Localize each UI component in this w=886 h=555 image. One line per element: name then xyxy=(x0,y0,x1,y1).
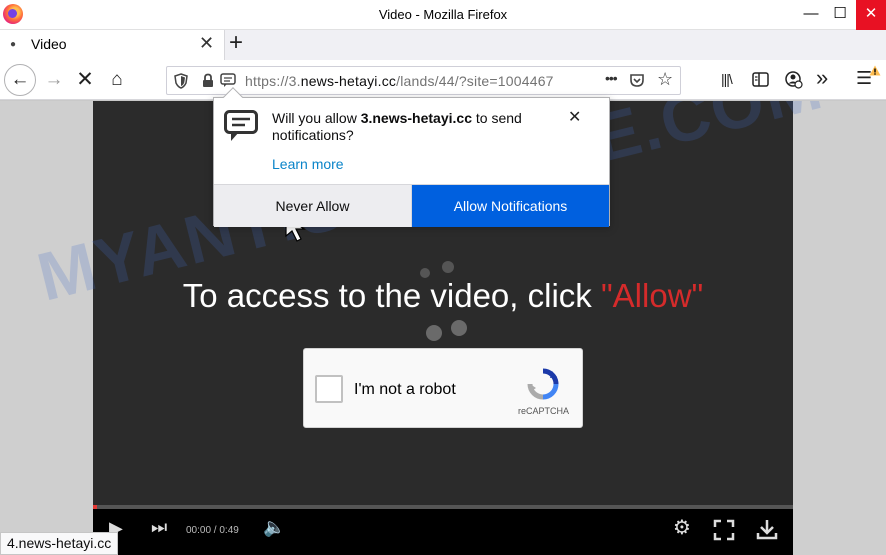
notification-message: Will you allow 3.news-hetayi.cc to send … xyxy=(272,110,572,144)
spinner-dot xyxy=(442,261,454,273)
navigation-bar: ← → ✕ ⌂ https://3.news-hetayi.cc/lands/4… xyxy=(0,60,886,100)
allow-notifications-button[interactable]: Allow Notifications xyxy=(412,185,609,227)
captcha-checkbox[interactable] xyxy=(315,375,343,403)
url-suffix: /lands/44/?site=1004467 xyxy=(396,73,554,89)
url-prefix: https://3. xyxy=(245,73,301,89)
message-before: Will you allow xyxy=(272,110,361,126)
overflow-menu-icon[interactable]: » xyxy=(816,65,828,91)
url-bar[interactable]: https://3.news-hetayi.cc/lands/44/?site=… xyxy=(166,66,681,95)
next-icon[interactable]: ⏭ xyxy=(151,517,167,538)
page-actions-icon[interactable]: ••• xyxy=(601,70,618,86)
popup-close-icon[interactable]: ✕ xyxy=(568,107,581,127)
spinner-dot xyxy=(426,325,442,341)
tab-strip: ● Video ✕ + xyxy=(0,29,886,60)
home-button[interactable]: ⌂ xyxy=(101,64,133,96)
tab-loading-icon: ● xyxy=(10,39,17,50)
video-time: 00:00 / 0:49 xyxy=(186,525,239,536)
spinner-dot xyxy=(451,320,467,336)
new-tab-button[interactable]: + xyxy=(229,29,243,57)
captcha-label: I'm not a robot xyxy=(354,381,456,398)
message-site: 3.news-hetayi.cc xyxy=(360,110,472,126)
recaptcha-widget: I'm not a robot reCAPTCHA xyxy=(303,348,583,428)
learn-more-link[interactable]: Learn more xyxy=(272,156,344,172)
notification-permission-icon[interactable] xyxy=(220,73,236,88)
minimize-button[interactable]: — xyxy=(797,0,825,30)
captcha-brand: reCAPTCHA xyxy=(518,406,570,416)
window-title: Video - Mozilla Firefox xyxy=(378,7,508,22)
pocket-icon[interactable] xyxy=(629,73,645,88)
url-text[interactable]: https://3.news-hetayi.cc/lands/44/?site=… xyxy=(245,73,554,89)
tab-video[interactable]: ● Video ✕ xyxy=(0,30,225,60)
download-icon[interactable] xyxy=(756,518,778,540)
title-bar: Video - Mozilla Firefox — ☐ ✕ xyxy=(0,0,886,30)
close-window-button[interactable]: ✕ xyxy=(856,0,886,30)
cta-text: To access to the video, click xyxy=(182,277,601,314)
fullscreen-icon[interactable] xyxy=(713,519,735,541)
video-controls: ▶ ⏭ 00:00 / 0:49 🔈 ⚙ xyxy=(93,509,793,555)
update-warning-icon xyxy=(869,65,881,76)
status-bar-url: 4.news-hetayi.cc xyxy=(0,532,119,555)
sidebar-icon[interactable] xyxy=(752,72,769,87)
padlock-icon[interactable] xyxy=(202,73,214,88)
popup-buttons: Never Allow Allow Notifications xyxy=(214,184,609,227)
call-to-action-text: To access to the video, click "Allow" xyxy=(0,277,886,315)
tracking-protection-shield-icon[interactable] xyxy=(174,73,188,89)
tab-title: Video xyxy=(31,36,67,52)
bookmark-star-icon[interactable]: ☆ xyxy=(657,69,673,90)
recaptcha-logo-icon xyxy=(527,368,559,400)
never-allow-button[interactable]: Never Allow xyxy=(214,185,412,227)
account-icon[interactable] xyxy=(785,71,803,89)
settings-gear-icon[interactable]: ⚙ xyxy=(673,515,691,540)
back-button[interactable]: ← xyxy=(4,64,36,96)
maximize-button[interactable]: ☐ xyxy=(826,0,854,30)
notification-chat-icon xyxy=(224,110,258,141)
forward-button[interactable]: → xyxy=(38,64,70,96)
stop-button[interactable]: ✕ xyxy=(69,64,101,96)
volume-icon[interactable]: 🔈 xyxy=(263,517,285,538)
tab-close-icon[interactable]: ✕ xyxy=(199,33,214,54)
library-icon[interactable]: |||\ xyxy=(721,71,733,87)
url-domain: news-hetayi.cc xyxy=(300,73,397,89)
notification-permission-popup: Will you allow 3.news-hetayi.cc to send … xyxy=(213,87,610,227)
cta-allow-highlight: "Allow" xyxy=(600,277,704,314)
